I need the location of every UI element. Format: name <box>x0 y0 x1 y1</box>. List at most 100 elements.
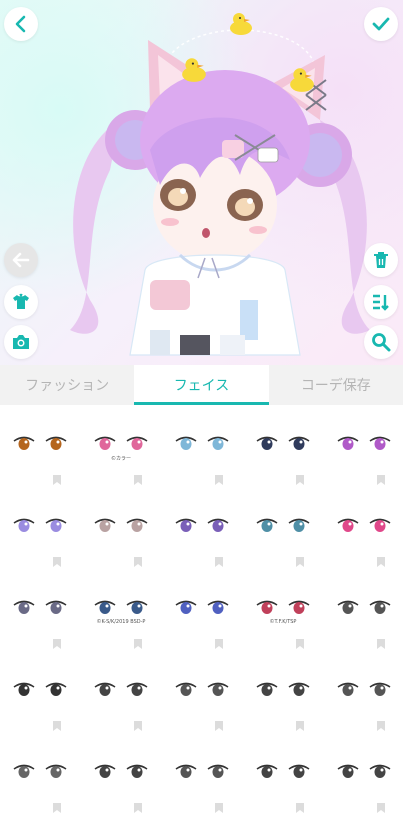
eye-thumbnail <box>175 764 229 778</box>
bookmark-icon[interactable] <box>296 803 304 813</box>
eye-item[interactable] <box>243 405 323 487</box>
bookmark-icon[interactable] <box>134 639 142 649</box>
undo-button[interactable] <box>4 243 38 277</box>
eye-thumbnail <box>94 600 148 614</box>
eye-item[interactable] <box>162 569 242 651</box>
delete-button[interactable] <box>364 243 398 277</box>
tab-saved-outfits[interactable]: コーデ保存 <box>269 365 403 405</box>
eye-item[interactable] <box>81 651 161 733</box>
eye-item[interactable] <box>243 733 323 815</box>
arrow-left-icon <box>12 252 30 268</box>
eye-thumbnail <box>337 682 391 696</box>
eye-item[interactable] <box>0 651 80 733</box>
camera-button[interactable] <box>4 325 38 359</box>
eye-item[interactable] <box>324 651 403 733</box>
bookmark-icon[interactable] <box>296 475 304 485</box>
eye-item[interactable] <box>324 733 403 815</box>
eye-thumbnail <box>175 436 229 450</box>
eye-item[interactable] <box>324 487 403 569</box>
eye-thumbnail <box>13 518 67 532</box>
eye-item[interactable] <box>162 651 242 733</box>
eye-thumbnail <box>13 764 67 778</box>
bookmark-icon[interactable] <box>134 557 142 567</box>
eye-thumbnail <box>256 682 310 696</box>
bookmark-icon[interactable] <box>377 639 385 649</box>
eye-item[interactable] <box>0 733 80 815</box>
check-icon <box>372 17 390 31</box>
sort-icon <box>373 294 389 311</box>
wardrobe-button[interactable] <box>4 285 38 319</box>
bookmark-icon[interactable] <box>215 721 223 731</box>
bookmark-icon[interactable] <box>134 721 142 731</box>
confirm-button[interactable] <box>364 7 398 41</box>
eye-item[interactable] <box>243 651 323 733</box>
tab-face[interactable]: フェイス <box>134 365 269 405</box>
duck-decoration <box>290 68 314 92</box>
category-tabs: ファッション フェイス コーデ保存 <box>0 365 403 405</box>
bookmark-icon[interactable] <box>53 639 61 649</box>
avatar-preview <box>0 0 403 365</box>
bookmark-icon[interactable] <box>215 639 223 649</box>
eye-item[interactable] <box>162 487 242 569</box>
tab-fashion[interactable]: ファッション <box>0 365 134 405</box>
bookmark-icon[interactable] <box>296 721 304 731</box>
eye-item[interactable] <box>81 733 161 815</box>
eye-item[interactable] <box>324 569 403 651</box>
eye-thumbnail <box>337 600 391 614</box>
copyright-credit: ©K-S/K/2019 BSD-P <box>96 619 146 625</box>
eye-thumbnail <box>175 600 229 614</box>
eye-thumbnail <box>256 600 310 614</box>
bookmark-icon[interactable] <box>215 557 223 567</box>
eye-thumbnail <box>13 436 67 450</box>
trash-icon <box>374 252 388 268</box>
eye-item[interactable]: ©カラー <box>81 405 161 487</box>
eye-thumbnail <box>175 518 229 532</box>
bookmark-icon[interactable] <box>296 639 304 649</box>
eye-item[interactable] <box>162 733 242 815</box>
bookmark-icon[interactable] <box>377 803 385 813</box>
bookmark-icon[interactable] <box>134 803 142 813</box>
eye-item[interactable]: ©T.F.K/TSP <box>243 569 323 651</box>
eye-item[interactable] <box>243 487 323 569</box>
bookmark-icon[interactable] <box>377 557 385 567</box>
eye-thumbnail <box>256 764 310 778</box>
eye-thumbnail <box>256 518 310 532</box>
eye-item[interactable] <box>0 487 80 569</box>
eye-item[interactable] <box>0 569 80 651</box>
eye-thumbnail <box>94 436 148 450</box>
search-button[interactable] <box>364 325 398 359</box>
chevron-left-icon <box>15 15 26 33</box>
eye-thumbnail <box>94 682 148 696</box>
eye-thumbnail <box>337 518 391 532</box>
eye-item[interactable] <box>0 405 80 487</box>
back-button[interactable] <box>4 7 38 41</box>
shirt-icon <box>13 293 29 309</box>
bookmark-icon[interactable] <box>53 475 61 485</box>
eye-thumbnail <box>13 600 67 614</box>
eye-item[interactable]: ©K-S/K/2019 BSD-P <box>81 569 161 651</box>
bookmark-icon[interactable] <box>53 803 61 813</box>
bookmark-icon[interactable] <box>134 475 142 485</box>
eye-item[interactable] <box>162 405 242 487</box>
bookmark-icon[interactable] <box>53 557 61 567</box>
eye-thumbnail <box>337 436 391 450</box>
eye-thumbnail <box>13 682 67 696</box>
camera-icon <box>13 335 29 349</box>
bookmark-icon[interactable] <box>215 475 223 485</box>
bookmark-icon[interactable] <box>377 475 385 485</box>
duck-decoration <box>230 13 252 35</box>
eye-item-grid: ©カラー ©K-S/K/2019 BSD-P ©T.F.K/TSP <box>0 405 403 813</box>
bookmark-icon[interactable] <box>296 557 304 567</box>
bookmark-icon[interactable] <box>53 721 61 731</box>
copyright-credit: ©カラー <box>110 456 131 462</box>
eye-thumbnail <box>337 764 391 778</box>
search-icon <box>372 333 391 352</box>
duck-decoration <box>182 58 206 82</box>
eye-thumbnail <box>256 436 310 450</box>
bookmark-icon[interactable] <box>215 803 223 813</box>
copyright-credit: ©T.F.K/TSP <box>269 619 297 625</box>
sort-button[interactable] <box>364 285 398 319</box>
bookmark-icon[interactable] <box>377 721 385 731</box>
eye-item[interactable] <box>324 405 403 487</box>
eye-item[interactable] <box>81 487 161 569</box>
